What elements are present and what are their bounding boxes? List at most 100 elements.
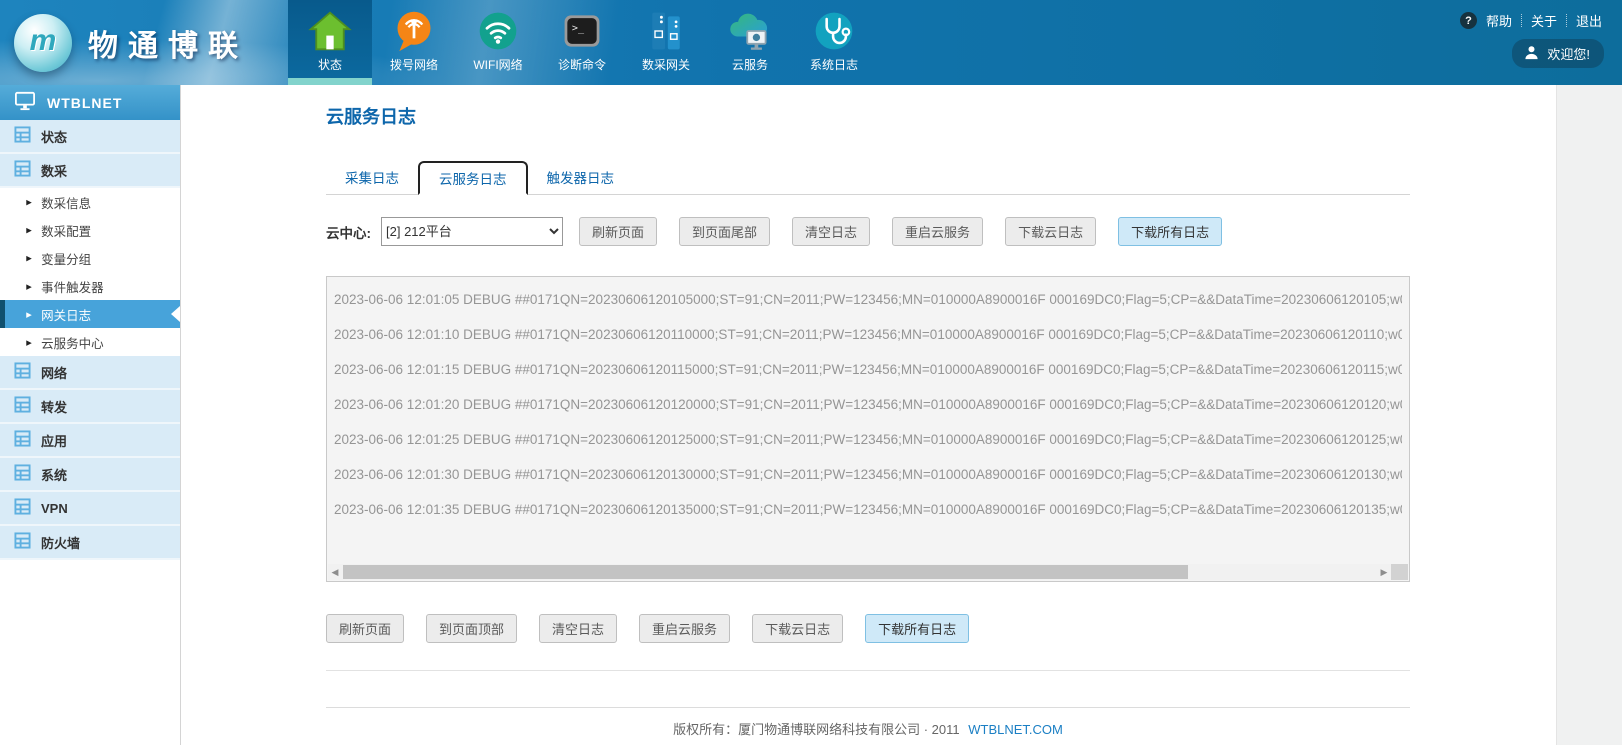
triangle-icon: ▶ (26, 282, 32, 290)
top-nav: 状态 拨号网络 (288, 0, 876, 85)
restart-cloud-service-button[interactable]: 重启云服务 (892, 217, 983, 246)
sidebar-item-forwarding[interactable]: 转发 (0, 390, 180, 424)
download-cloud-log-button[interactable]: 下载云日志 (1005, 217, 1096, 246)
grid-icon (14, 532, 31, 552)
log-line: 2023-06-06 12:01:25 DEBUG ##0171QN=20230… (334, 422, 1402, 457)
device-name: WTBLNET (47, 95, 122, 111)
nav-item-wifi-network[interactable]: WIFI网络 (456, 0, 540, 85)
sidebar-item-firewall[interactable]: 防火墙 (0, 526, 180, 560)
sidebar-subitem-event-trigger[interactable]: ▶ 事件触发器 (0, 272, 180, 300)
cloud-center-select[interactable]: [2] 212平台 (381, 217, 563, 246)
nav-item-status[interactable]: 状态 (288, 0, 372, 85)
go-page-top-button[interactable]: 到页面顶部 (426, 614, 517, 643)
nav-label: WIFI网络 (473, 56, 522, 73)
body: WTBLNET 状态 (0, 85, 1622, 745)
scrollbar-thumb[interactable] (343, 565, 1188, 579)
sidebar-item-label: 转发 (41, 397, 67, 416)
toolbar: 云中心: [2] 212平台 刷新页面 到页面尾部 清空日志 重启云服务 下载云… (326, 217, 1410, 246)
clear-log-button-bottom[interactable]: 清空日志 (539, 614, 617, 643)
brand-name: 物通博联 (88, 21, 248, 65)
nav-label: 系统日志 (810, 56, 858, 73)
sidebar-item-label: 应用 (41, 431, 67, 450)
sidebar-header: WTBLNET (0, 85, 180, 120)
sidebar-subitem-variable-group[interactable]: ▶ 变量分组 (0, 244, 180, 272)
scrollbar-corner (1391, 564, 1408, 580)
sidebar-item-label: 数采 (41, 161, 67, 180)
triangle-icon: ▶ (26, 310, 32, 318)
bottom-actions: 刷新页面 到页面顶部 清空日志 重启云服务 下载云日志 下载所有日志 (326, 614, 1410, 643)
page-title: 云服务日志 (326, 103, 1410, 129)
clear-log-button[interactable]: 清空日志 (792, 217, 870, 246)
sidebar-item-label: 系统 (41, 465, 67, 484)
cloud-center-label: 云中心: (326, 222, 371, 242)
sidebar: WTBLNET 状态 (0, 85, 181, 745)
nav-item-cloud-service[interactable]: 云服务 (708, 0, 792, 85)
log-line: 2023-06-06 12:01:35 DEBUG ##0171QN=20230… (334, 492, 1402, 527)
nav-label: 数采网关 (642, 56, 690, 73)
download-cloud-log-button-bottom[interactable]: 下载云日志 (752, 614, 843, 643)
welcome-badge[interactable]: 欢迎您! (1512, 39, 1604, 68)
help-link[interactable]: 帮助 (1486, 11, 1512, 30)
log-line: 2023-06-06 12:01:05 DEBUG ##0171QN=20230… (334, 282, 1402, 317)
gateway-icon (644, 7, 688, 55)
content: 云服务日志 采集日志 云服务日志 触发器日志 云中心: [2] 212平台 刷新… (326, 85, 1410, 738)
main-area: 云服务日志 采集日志 云服务日志 触发器日志 云中心: [2] 212平台 刷新… (181, 85, 1556, 745)
sidebar-item-status[interactable]: 状态 (0, 120, 180, 154)
refresh-page-button[interactable]: 刷新页面 (579, 217, 657, 246)
page: m 物通博联 状态 (0, 0, 1622, 745)
wtblnet-link[interactable]: WTBLNET.COM (968, 722, 1063, 737)
restart-cloud-service-button-bottom[interactable]: 重启云服务 (639, 614, 730, 643)
sidebar-subitem-gateway-log[interactable]: ▶ 网关日志 (0, 300, 180, 328)
horizontal-scrollbar[interactable]: ◀ ▶ (328, 564, 1391, 580)
sidebar-item-vpn[interactable]: VPN (0, 492, 180, 526)
wifi-icon (476, 7, 520, 55)
section-divider (326, 670, 1410, 671)
welcome-text: 欢迎您! (1547, 44, 1590, 63)
log-line: 2023-06-06 12:01:10 DEBUG ##0171QN=20230… (334, 317, 1402, 352)
sidebar-item-network[interactable]: 网络 (0, 356, 180, 390)
tab-trigger-log[interactable]: 触发器日志 (528, 160, 634, 194)
top-links: ? 帮助 关于 退出 (1460, 11, 1602, 30)
nav-item-gateway[interactable]: 数采网关 (624, 0, 708, 85)
sidebar-item-datacollect[interactable]: 数采 (0, 154, 180, 188)
sidebar-subitem-label: 云服务中心 (41, 333, 104, 352)
sidebar-subitem-label: 变量分组 (41, 249, 91, 268)
download-all-logs-button-bottom[interactable]: 下载所有日志 (865, 614, 969, 643)
sidebar-subitem-cloud-center[interactable]: ▶ 云服务中心 (0, 328, 180, 356)
scroll-left-icon[interactable]: ◀ (328, 564, 342, 580)
user-icon (1524, 45, 1539, 63)
tab-collect-log[interactable]: 采集日志 (326, 160, 418, 194)
tab-cloud-service-log[interactable]: 云服务日志 (418, 161, 528, 195)
log-line: 2023-06-06 12:01:20 DEBUG ##0171QN=20230… (334, 387, 1402, 422)
go-page-bottom-button[interactable]: 到页面尾部 (679, 217, 770, 246)
nav-item-diagnostic[interactable]: >_ 诊断命令 (540, 0, 624, 85)
home-icon (308, 7, 352, 55)
log-viewer[interactable]: 2023-06-06 12:01:05 DEBUG ##0171QN=20230… (326, 276, 1410, 582)
nav-item-dial-network[interactable]: 拨号网络 (372, 0, 456, 85)
scroll-right-icon[interactable]: ▶ (1377, 564, 1391, 580)
tab-bar: 采集日志 云服务日志 触发器日志 (326, 159, 1410, 195)
log-lines: 2023-06-06 12:01:05 DEBUG ##0171QN=20230… (327, 277, 1409, 527)
grid-icon (14, 498, 31, 518)
sidebar-item-system[interactable]: 系统 (0, 458, 180, 492)
log-line: 2023-06-06 12:01:30 DEBUG ##0171QN=20230… (334, 457, 1402, 492)
sidebar-subitem-datacollect-info[interactable]: ▶ 数采信息 (0, 188, 180, 216)
about-link[interactable]: 关于 (1531, 11, 1557, 30)
stethoscope-icon (812, 7, 856, 55)
divider (1521, 14, 1522, 27)
dial-network-icon (392, 7, 436, 55)
help-icon: ? (1460, 12, 1477, 29)
nav-item-system-log[interactable]: 系统日志 (792, 0, 876, 85)
triangle-icon: ▶ (26, 338, 32, 346)
refresh-page-button-bottom[interactable]: 刷新页面 (326, 614, 404, 643)
triangle-icon: ▶ (26, 198, 32, 206)
sidebar-subitem-datacollect-config[interactable]: ▶ 数采配置 (0, 216, 180, 244)
download-all-logs-button[interactable]: 下载所有日志 (1118, 217, 1222, 246)
sidebar-subitem-label: 数采信息 (41, 193, 91, 212)
nav-label: 诊断命令 (558, 56, 606, 73)
sidebar-item-application[interactable]: 应用 (0, 424, 180, 458)
sidebar-subitem-label: 数采配置 (41, 221, 91, 240)
footer: 版权所有：厦门物通博联网络科技有限公司 · 2011 WTBLNET.COM (326, 707, 1410, 738)
sidebar-item-label: 状态 (41, 127, 67, 146)
logout-link[interactable]: 退出 (1576, 11, 1602, 30)
